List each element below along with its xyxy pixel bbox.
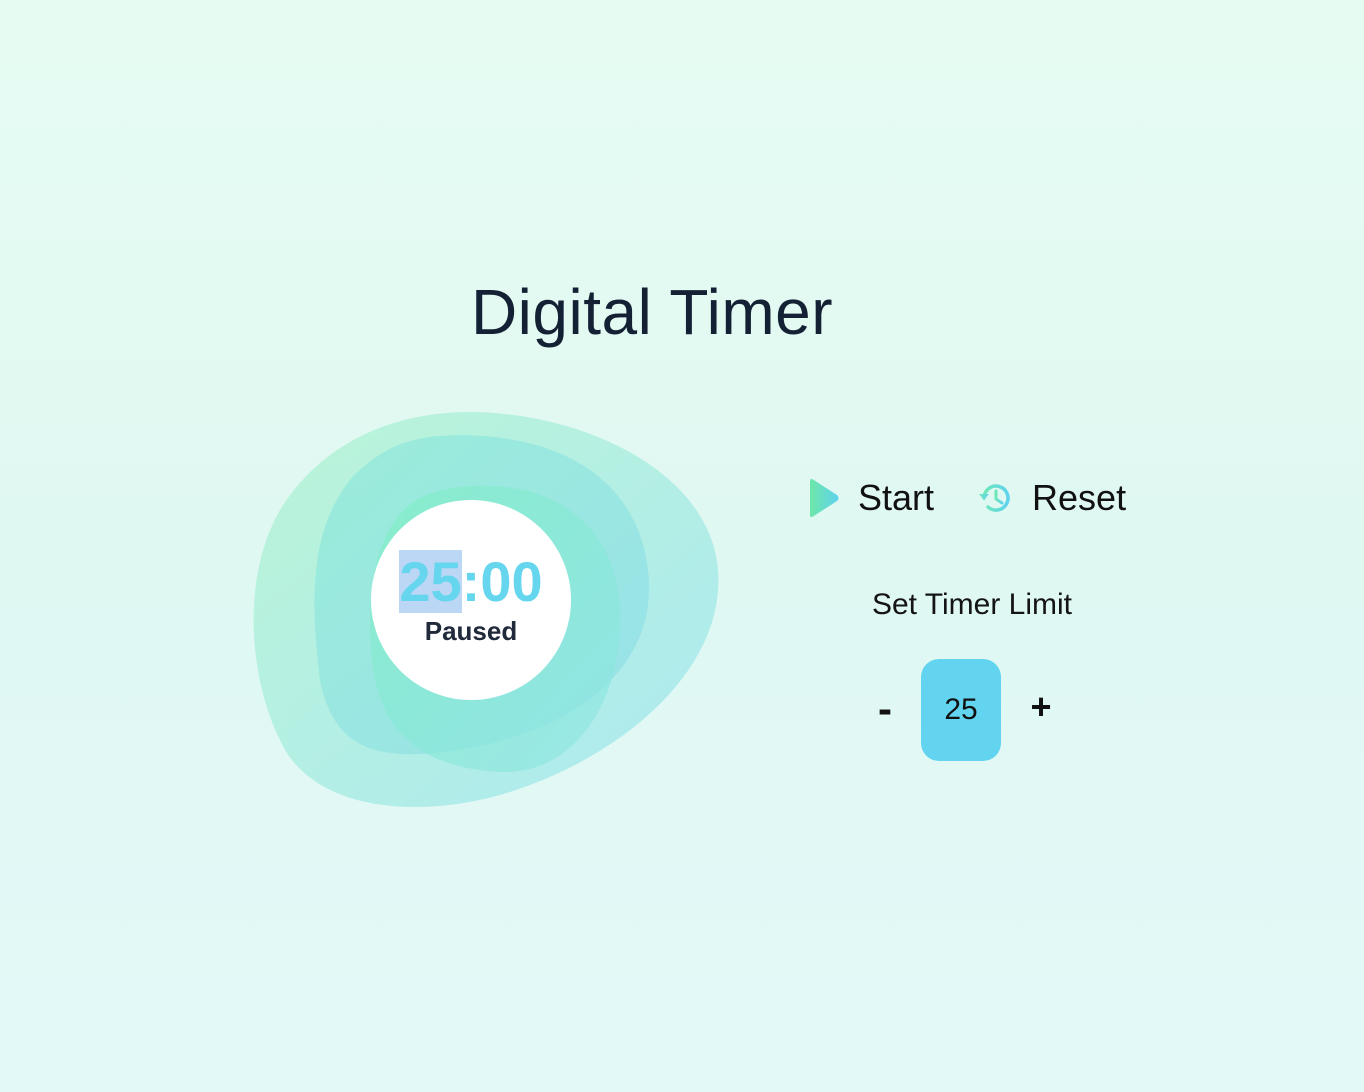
history-icon: [979, 484, 1010, 512]
start-button[interactable]: Start: [806, 477, 934, 519]
page-title: Digital Timer: [470, 275, 834, 348]
timer-status: Paused: [424, 616, 518, 646]
increment-button[interactable]: +: [1022, 682, 1060, 732]
timer-limit-title: Set Timer Limit: [871, 588, 1073, 621]
timer-minutes: 25: [399, 550, 462, 613]
timer-display: 25:00: [371, 548, 571, 616]
timer-seconds: :00: [461, 550, 543, 613]
decrement-button[interactable]: -: [868, 684, 902, 734]
start-label: Start: [858, 477, 935, 518]
timer-controls: Start Reset: [806, 474, 1126, 522]
play-icon: [810, 479, 839, 517]
reset-button[interactable]: Reset: [976, 477, 1126, 519]
reset-label: Reset: [1032, 477, 1127, 518]
timer-limit-value: 25: [921, 659, 1001, 761]
